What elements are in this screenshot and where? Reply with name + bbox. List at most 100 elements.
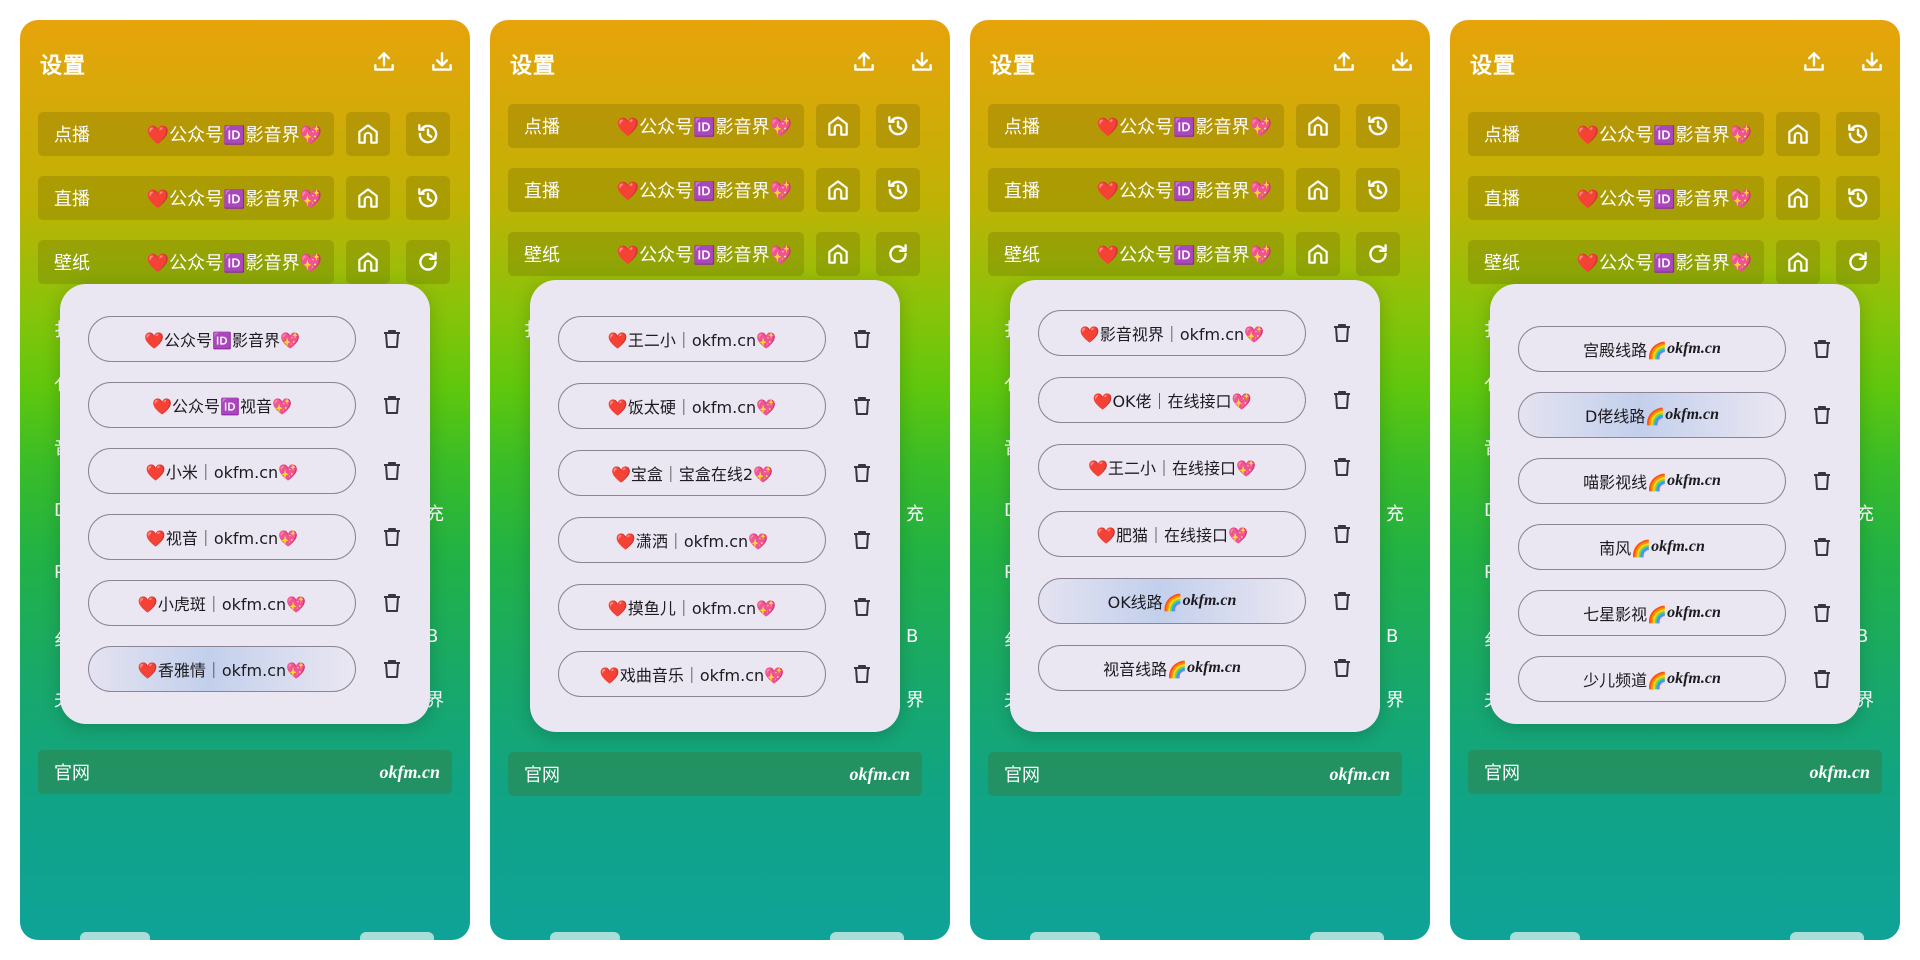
- page-title: 设置: [1470, 54, 1517, 79]
- source-option[interactable]: ❤️公众号🆔视音💖: [88, 382, 356, 428]
- delete-button[interactable]: [1808, 665, 1836, 693]
- home-button[interactable]: [1776, 240, 1820, 284]
- source-row-2[interactable]: 直播 ❤️公众号🆔影音界💖: [988, 168, 1284, 212]
- source-row-1[interactable]: 点播 ❤️公众号🆔影音界💖: [988, 104, 1284, 148]
- source-row-3[interactable]: 壁纸 ❤️公众号🆔影音界💖: [988, 232, 1284, 276]
- home-button[interactable]: [346, 176, 390, 220]
- history-button[interactable]: [406, 176, 450, 220]
- delete-button[interactable]: [378, 391, 406, 419]
- source-option[interactable]: 喵影视线🌈 okfm.cn: [1518, 458, 1786, 504]
- source-row-1[interactable]: 点播 ❤️公众号🆔影音界💖: [508, 104, 804, 148]
- source-option[interactable]: 宫殿线路🌈 okfm.cn: [1518, 326, 1786, 372]
- source-option[interactable]: D佬线路🌈 okfm.cn: [1518, 392, 1786, 438]
- source-row-3[interactable]: 壁纸 ❤️公众号🆔影音界💖: [38, 240, 334, 284]
- home-button[interactable]: [816, 104, 860, 148]
- source-option[interactable]: ❤️宝盒｜宝盒在线2💖: [558, 450, 826, 496]
- refresh-button[interactable]: [406, 240, 450, 284]
- delete-button[interactable]: [848, 593, 876, 621]
- refresh-button[interactable]: [1836, 240, 1880, 284]
- source-option[interactable]: ❤️肥猫｜在线接口💖: [1038, 511, 1306, 557]
- home-button[interactable]: [816, 232, 860, 276]
- refresh-button[interactable]: [876, 232, 920, 276]
- delete-button[interactable]: [1328, 386, 1356, 414]
- history-button[interactable]: [1836, 176, 1880, 220]
- delete-button[interactable]: [1328, 319, 1356, 347]
- source-option[interactable]: ❤️王二小｜okfm.cn💖: [558, 316, 826, 362]
- home-button[interactable]: [1296, 104, 1340, 148]
- delete-button[interactable]: [378, 325, 406, 353]
- source-row-1[interactable]: 点播 ❤️公众号🆔影音界💖: [38, 112, 334, 156]
- source-option[interactable]: ❤️香雅情｜okfm.cn💖: [88, 646, 356, 692]
- source-option[interactable]: ❤️王二小｜在线接口💖: [1038, 444, 1306, 490]
- upload-button[interactable]: [368, 46, 400, 78]
- site-row[interactable]: 官网 okfm.cn: [508, 752, 922, 796]
- delete-button[interactable]: [1328, 453, 1356, 481]
- source-option[interactable]: ❤️小虎斑｜okfm.cn💖: [88, 580, 356, 626]
- download-button[interactable]: [1856, 46, 1888, 78]
- site-row[interactable]: 官网 okfm.cn: [38, 750, 452, 794]
- source-option[interactable]: ❤️潇洒｜okfm.cn💖: [558, 517, 826, 563]
- delete-button[interactable]: [378, 655, 406, 683]
- source-option[interactable]: 视音线路🌈 okfm.cn: [1038, 645, 1306, 691]
- source-row-3[interactable]: 壁纸 ❤️公众号🆔影音界💖: [1468, 240, 1764, 284]
- home-button[interactable]: [346, 112, 390, 156]
- source-option[interactable]: OK线路🌈 okfm.cn: [1038, 578, 1306, 624]
- source-option[interactable]: ❤️饭太硬｜okfm.cn💖: [558, 383, 826, 429]
- site-row[interactable]: 官网 okfm.cn: [988, 752, 1402, 796]
- source-row-2[interactable]: 直播 ❤️公众号🆔影音界💖: [38, 176, 334, 220]
- history-button[interactable]: [1836, 112, 1880, 156]
- source-option[interactable]: ❤️小米｜okfm.cn💖: [88, 448, 356, 494]
- source-option[interactable]: ❤️公众号🆔影音界💖: [88, 316, 356, 362]
- delete-button[interactable]: [848, 392, 876, 420]
- home-button[interactable]: [1776, 112, 1820, 156]
- home-button[interactable]: [1296, 232, 1340, 276]
- delete-button[interactable]: [1808, 467, 1836, 495]
- history-button[interactable]: [1356, 104, 1400, 148]
- source-option[interactable]: ❤️摸鱼儿｜okfm.cn💖: [558, 584, 826, 630]
- download-button[interactable]: [426, 46, 458, 78]
- delete-button[interactable]: [1328, 587, 1356, 615]
- history-button[interactable]: [876, 168, 920, 212]
- delete-button[interactable]: [848, 526, 876, 554]
- source-option[interactable]: 南风🌈 okfm.cn: [1518, 524, 1786, 570]
- source-row-3[interactable]: 壁纸 ❤️公众号🆔影音界💖: [508, 232, 804, 276]
- row-label: 直播: [1004, 181, 1040, 202]
- home-button[interactable]: [346, 240, 390, 284]
- source-option[interactable]: ❤️戏曲音乐｜okfm.cn💖: [558, 651, 826, 697]
- history-button[interactable]: [1356, 168, 1400, 212]
- upload-button[interactable]: [1328, 46, 1360, 78]
- delete-button[interactable]: [378, 457, 406, 485]
- upload-button[interactable]: [1798, 46, 1830, 78]
- delete-button[interactable]: [848, 325, 876, 353]
- download-button[interactable]: [1386, 46, 1418, 78]
- site-row[interactable]: 官网 okfm.cn: [1468, 750, 1882, 794]
- home-button[interactable]: [1776, 176, 1820, 220]
- history-button[interactable]: [876, 104, 920, 148]
- upload-button[interactable]: [848, 46, 880, 78]
- delete-button[interactable]: [1808, 599, 1836, 627]
- download-button[interactable]: [906, 46, 938, 78]
- source-option[interactable]: ❤️视音｜okfm.cn💖: [88, 514, 356, 560]
- source-option[interactable]: 七星影视🌈 okfm.cn: [1518, 590, 1786, 636]
- delete-button[interactable]: [848, 459, 876, 487]
- source-option[interactable]: ❤️OK佬｜在线接口💖: [1038, 377, 1306, 423]
- delete-button[interactable]: [1808, 401, 1836, 429]
- source-row-1[interactable]: 点播 ❤️公众号🆔影音界💖: [1468, 112, 1764, 156]
- delete-button[interactable]: [378, 589, 406, 617]
- delete-button[interactable]: [1328, 520, 1356, 548]
- home-button[interactable]: [816, 168, 860, 212]
- source-option[interactable]: 少儿频道🌈 okfm.cn: [1518, 656, 1786, 702]
- hidden-row-value: 界: [1386, 690, 1404, 711]
- delete-button[interactable]: [1328, 654, 1356, 682]
- delete-button[interactable]: [848, 660, 876, 688]
- source-row-2[interactable]: 直播 ❤️公众号🆔影音界💖: [508, 168, 804, 212]
- home-button[interactable]: [1296, 168, 1340, 212]
- delete-button[interactable]: [378, 523, 406, 551]
- source-option[interactable]: ❤️影音视界｜okfm.cn💖: [1038, 310, 1306, 356]
- history-button[interactable]: [406, 112, 450, 156]
- refresh-button[interactable]: [1356, 232, 1400, 276]
- delete-button[interactable]: [1808, 533, 1836, 561]
- delete-button[interactable]: [1808, 335, 1836, 363]
- source-row-2[interactable]: 直播 ❤️公众号🆔影音界💖: [1468, 176, 1764, 220]
- trash-icon: [854, 531, 870, 549]
